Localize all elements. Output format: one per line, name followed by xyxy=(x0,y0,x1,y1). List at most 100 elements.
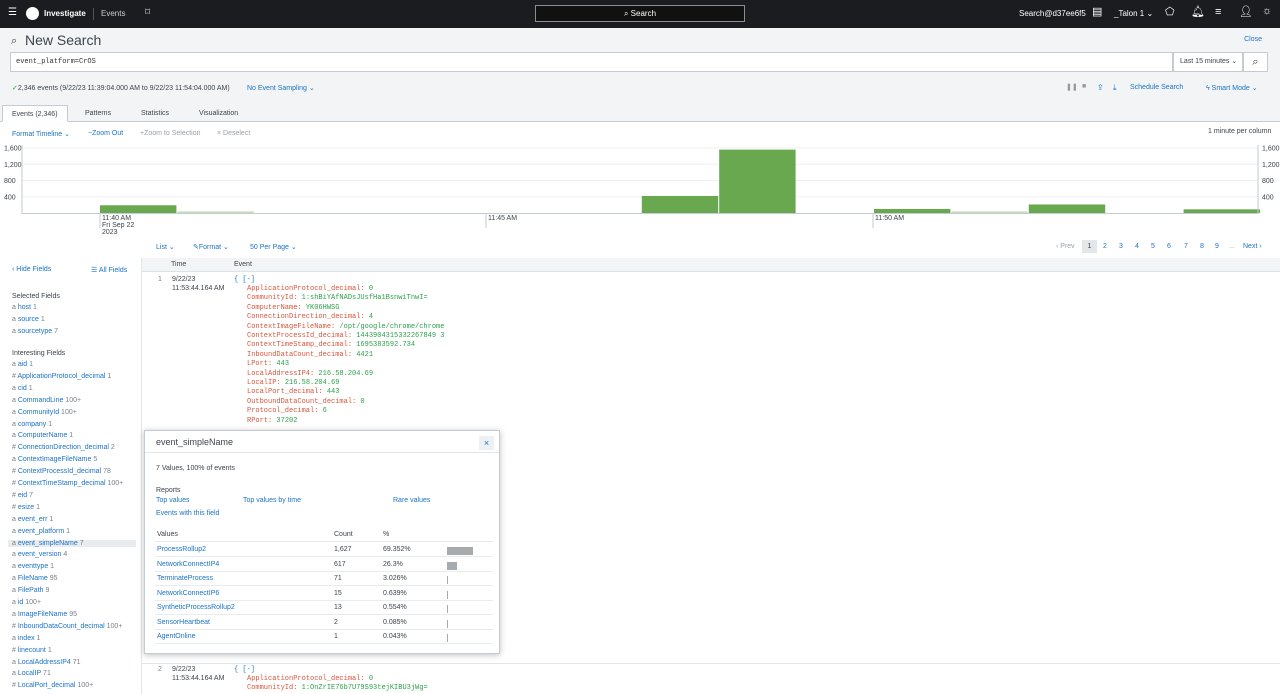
field-item[interactable]: a event_version 4 xyxy=(12,551,67,558)
events-with-field-link[interactable]: Events with this field xyxy=(156,510,219,517)
event-field-key[interactable]: LocalAddressIP4: xyxy=(247,370,314,378)
event-field-value[interactable]: 0 xyxy=(369,285,373,293)
timeline-bar[interactable] xyxy=(1028,204,1106,213)
field-item[interactable]: # ContextTimeStamp_decimal 100+ xyxy=(12,480,123,487)
field-item[interactable]: # linecount 1 xyxy=(12,647,52,654)
page-9-button[interactable]: 9 xyxy=(1215,243,1219,250)
event-column-header[interactable]: Event xyxy=(234,261,252,268)
event-field-value[interactable]: 6 xyxy=(323,407,327,415)
field-item[interactable]: a sourcetype 7 xyxy=(12,328,58,335)
expand-toggle[interactable]: { [-] xyxy=(234,666,255,674)
prev-page-button[interactable]: ‹ Prev xyxy=(1056,243,1075,250)
field-item[interactable]: a id 100+ xyxy=(12,599,41,606)
time-range-picker[interactable]: Last 15 minutes ⌄ xyxy=(1173,52,1243,72)
field-item[interactable]: a ContextImageFileName 5 xyxy=(12,456,97,463)
field-item[interactable]: a eventtype 1 xyxy=(12,563,54,570)
stop-icon[interactable]: ■ xyxy=(1082,83,1086,90)
value-name[interactable]: NetworkConnectIP6 xyxy=(157,587,219,601)
field-item[interactable]: a event_err 1 xyxy=(12,516,53,523)
smart-mode-dropdown[interactable]: ϟ Smart Mode ⌄ xyxy=(1206,84,1258,92)
value-name[interactable]: ProcessRollup2 xyxy=(157,543,206,557)
event-field-key[interactable]: OutboundDataCount_decimal: xyxy=(247,398,356,406)
event-sampling-dropdown[interactable]: No Event Sampling ⌄ xyxy=(247,84,315,92)
field-item[interactable]: a source 1 xyxy=(12,316,45,323)
event-field-value[interactable]: 216.58.204.69 xyxy=(285,379,340,387)
next-page-button[interactable]: Next › xyxy=(1243,243,1262,250)
field-item[interactable]: a index 1 xyxy=(12,635,40,642)
global-search-box[interactable]: ⌕ Search xyxy=(535,5,745,22)
event-field-key[interactable]: InboundDataCount_decimal: xyxy=(247,351,352,359)
field-item[interactable]: a ImageFileName 95 xyxy=(12,611,77,618)
schedule-search-link[interactable]: Schedule Search xyxy=(1130,84,1183,91)
event-field-key[interactable]: CommunityId: xyxy=(247,294,297,302)
zoom-to-selection-button[interactable]: +Zoom to Selection xyxy=(140,130,201,137)
tab-statistics[interactable]: Statistics xyxy=(132,105,178,122)
page-4-button[interactable]: 4 xyxy=(1135,243,1139,250)
event-field-value[interactable]: YK06HWSG xyxy=(306,304,340,312)
event-field-value[interactable]: 1695383592.734 xyxy=(356,341,415,349)
field-item[interactable]: # LocalPort_decimal 100+ xyxy=(12,682,93,689)
zoom-out-button[interactable]: −Zoom Out xyxy=(88,130,123,137)
close-link[interactable]: Close xyxy=(1244,36,1262,43)
event-field-value[interactable]: 0 xyxy=(369,675,373,683)
tab-patterns[interactable]: Patterns xyxy=(76,105,120,122)
field-item[interactable]: a host 1 xyxy=(12,304,37,311)
event-field-key[interactable]: ContextImageFileName: xyxy=(247,323,335,331)
page-6-button[interactable]: 6 xyxy=(1167,243,1171,250)
user-icon[interactable]: 👤︎ xyxy=(1239,7,1253,18)
event-field-key[interactable]: ConnectionDirection_decimal: xyxy=(247,313,365,321)
event-field-key[interactable]: CommunityId: xyxy=(247,684,297,692)
event-field-value[interactable]: 4421 xyxy=(356,351,373,359)
field-item[interactable]: a LocalAddressIP4 71 xyxy=(12,659,81,666)
field-item[interactable]: a ComputerName 1 xyxy=(12,432,73,439)
field-item[interactable]: a CommunityId 100+ xyxy=(12,409,77,416)
field-item[interactable]: # InboundDataCount_decimal 100+ xyxy=(12,623,122,630)
timeline-bar[interactable] xyxy=(719,149,796,213)
nav-events[interactable]: Events xyxy=(101,9,125,18)
field-item[interactable]: a FilePath 9 xyxy=(12,587,49,594)
page-8-button[interactable]: 8 xyxy=(1200,243,1204,250)
event-field-key[interactable]: Protocol_decimal: xyxy=(247,407,318,415)
pentagon-icon[interactable]: ⬠ xyxy=(1165,7,1175,18)
download-icon[interactable]: ⤓ xyxy=(1113,83,1117,93)
event-field-key[interactable]: ContextProcessId_decimal: xyxy=(247,332,352,340)
value-name[interactable]: AgentOnline xyxy=(157,630,196,644)
event-field-value[interactable]: /opt/google/chrome/chrome xyxy=(339,323,444,331)
expand-toggle[interactable]: { [-] xyxy=(234,276,255,284)
page-5-button[interactable]: 5 xyxy=(1151,243,1155,250)
value-name[interactable]: SyntheticProcessRollup2 xyxy=(157,601,235,615)
deselect-button[interactable]: × Deselect xyxy=(217,130,250,137)
event-field-key[interactable]: LocalIP: xyxy=(247,379,281,387)
rare-values-link[interactable]: Rare values xyxy=(393,497,430,504)
event-field-value[interactable]: 1:shBiYAfNADsJUsfHa1BsnwiTnwI= xyxy=(302,294,428,302)
share-icon[interactable]: ⇪ xyxy=(1097,83,1104,92)
page-3-button[interactable]: 3 xyxy=(1119,243,1123,250)
search-query-input[interactable]: event_platform=CrOS xyxy=(10,52,1173,72)
page-1-button[interactable]: 1 xyxy=(1082,240,1097,253)
bookmark-icon[interactable]: ⌑ xyxy=(145,8,150,18)
timeline-bar[interactable] xyxy=(641,195,719,213)
field-item[interactable]: a aid 1 xyxy=(12,361,33,368)
close-icon[interactable]: × xyxy=(479,436,494,450)
event-field-key[interactable]: LocalPort_decimal: xyxy=(247,388,323,396)
event-field-value[interactable]: 0 xyxy=(360,398,364,406)
field-item[interactable]: a LocalIP 71 xyxy=(12,670,51,677)
all-fields-button[interactable]: ☰ All Fields xyxy=(91,266,127,274)
timeline-bar[interactable] xyxy=(874,208,951,213)
field-item[interactable]: # ConnectionDirection_decimal 2 xyxy=(12,444,115,451)
bell-icon[interactable]: 🔔︎ xyxy=(1191,7,1205,18)
event-field-key[interactable]: RPort: xyxy=(247,417,272,425)
tab-visualization[interactable]: Visualization xyxy=(190,105,247,122)
timeline-bar[interactable] xyxy=(951,211,1028,213)
value-name[interactable]: TerminateProcess xyxy=(157,572,213,586)
event-field-value[interactable]: 4 xyxy=(369,313,373,321)
field-item[interactable]: a event_platform 1 xyxy=(12,528,70,535)
value-name[interactable]: NetworkConnectIP4 xyxy=(157,558,219,572)
event-field-key[interactable]: ApplicationProtocol_decimal: xyxy=(247,675,365,683)
page-7-button[interactable]: 7 xyxy=(1184,243,1188,250)
event-field-value[interactable]: 443 xyxy=(327,388,340,396)
event-field-value[interactable]: 216.58.204.69 xyxy=(318,370,373,378)
field-item[interactable]: # eid 7 xyxy=(12,492,33,499)
timeline-chart[interactable]: 1,600 1,200 800 400 1,600 1,200 800 400 11:40 AM… xyxy=(0,140,1280,240)
timeline-bar[interactable] xyxy=(177,211,254,213)
